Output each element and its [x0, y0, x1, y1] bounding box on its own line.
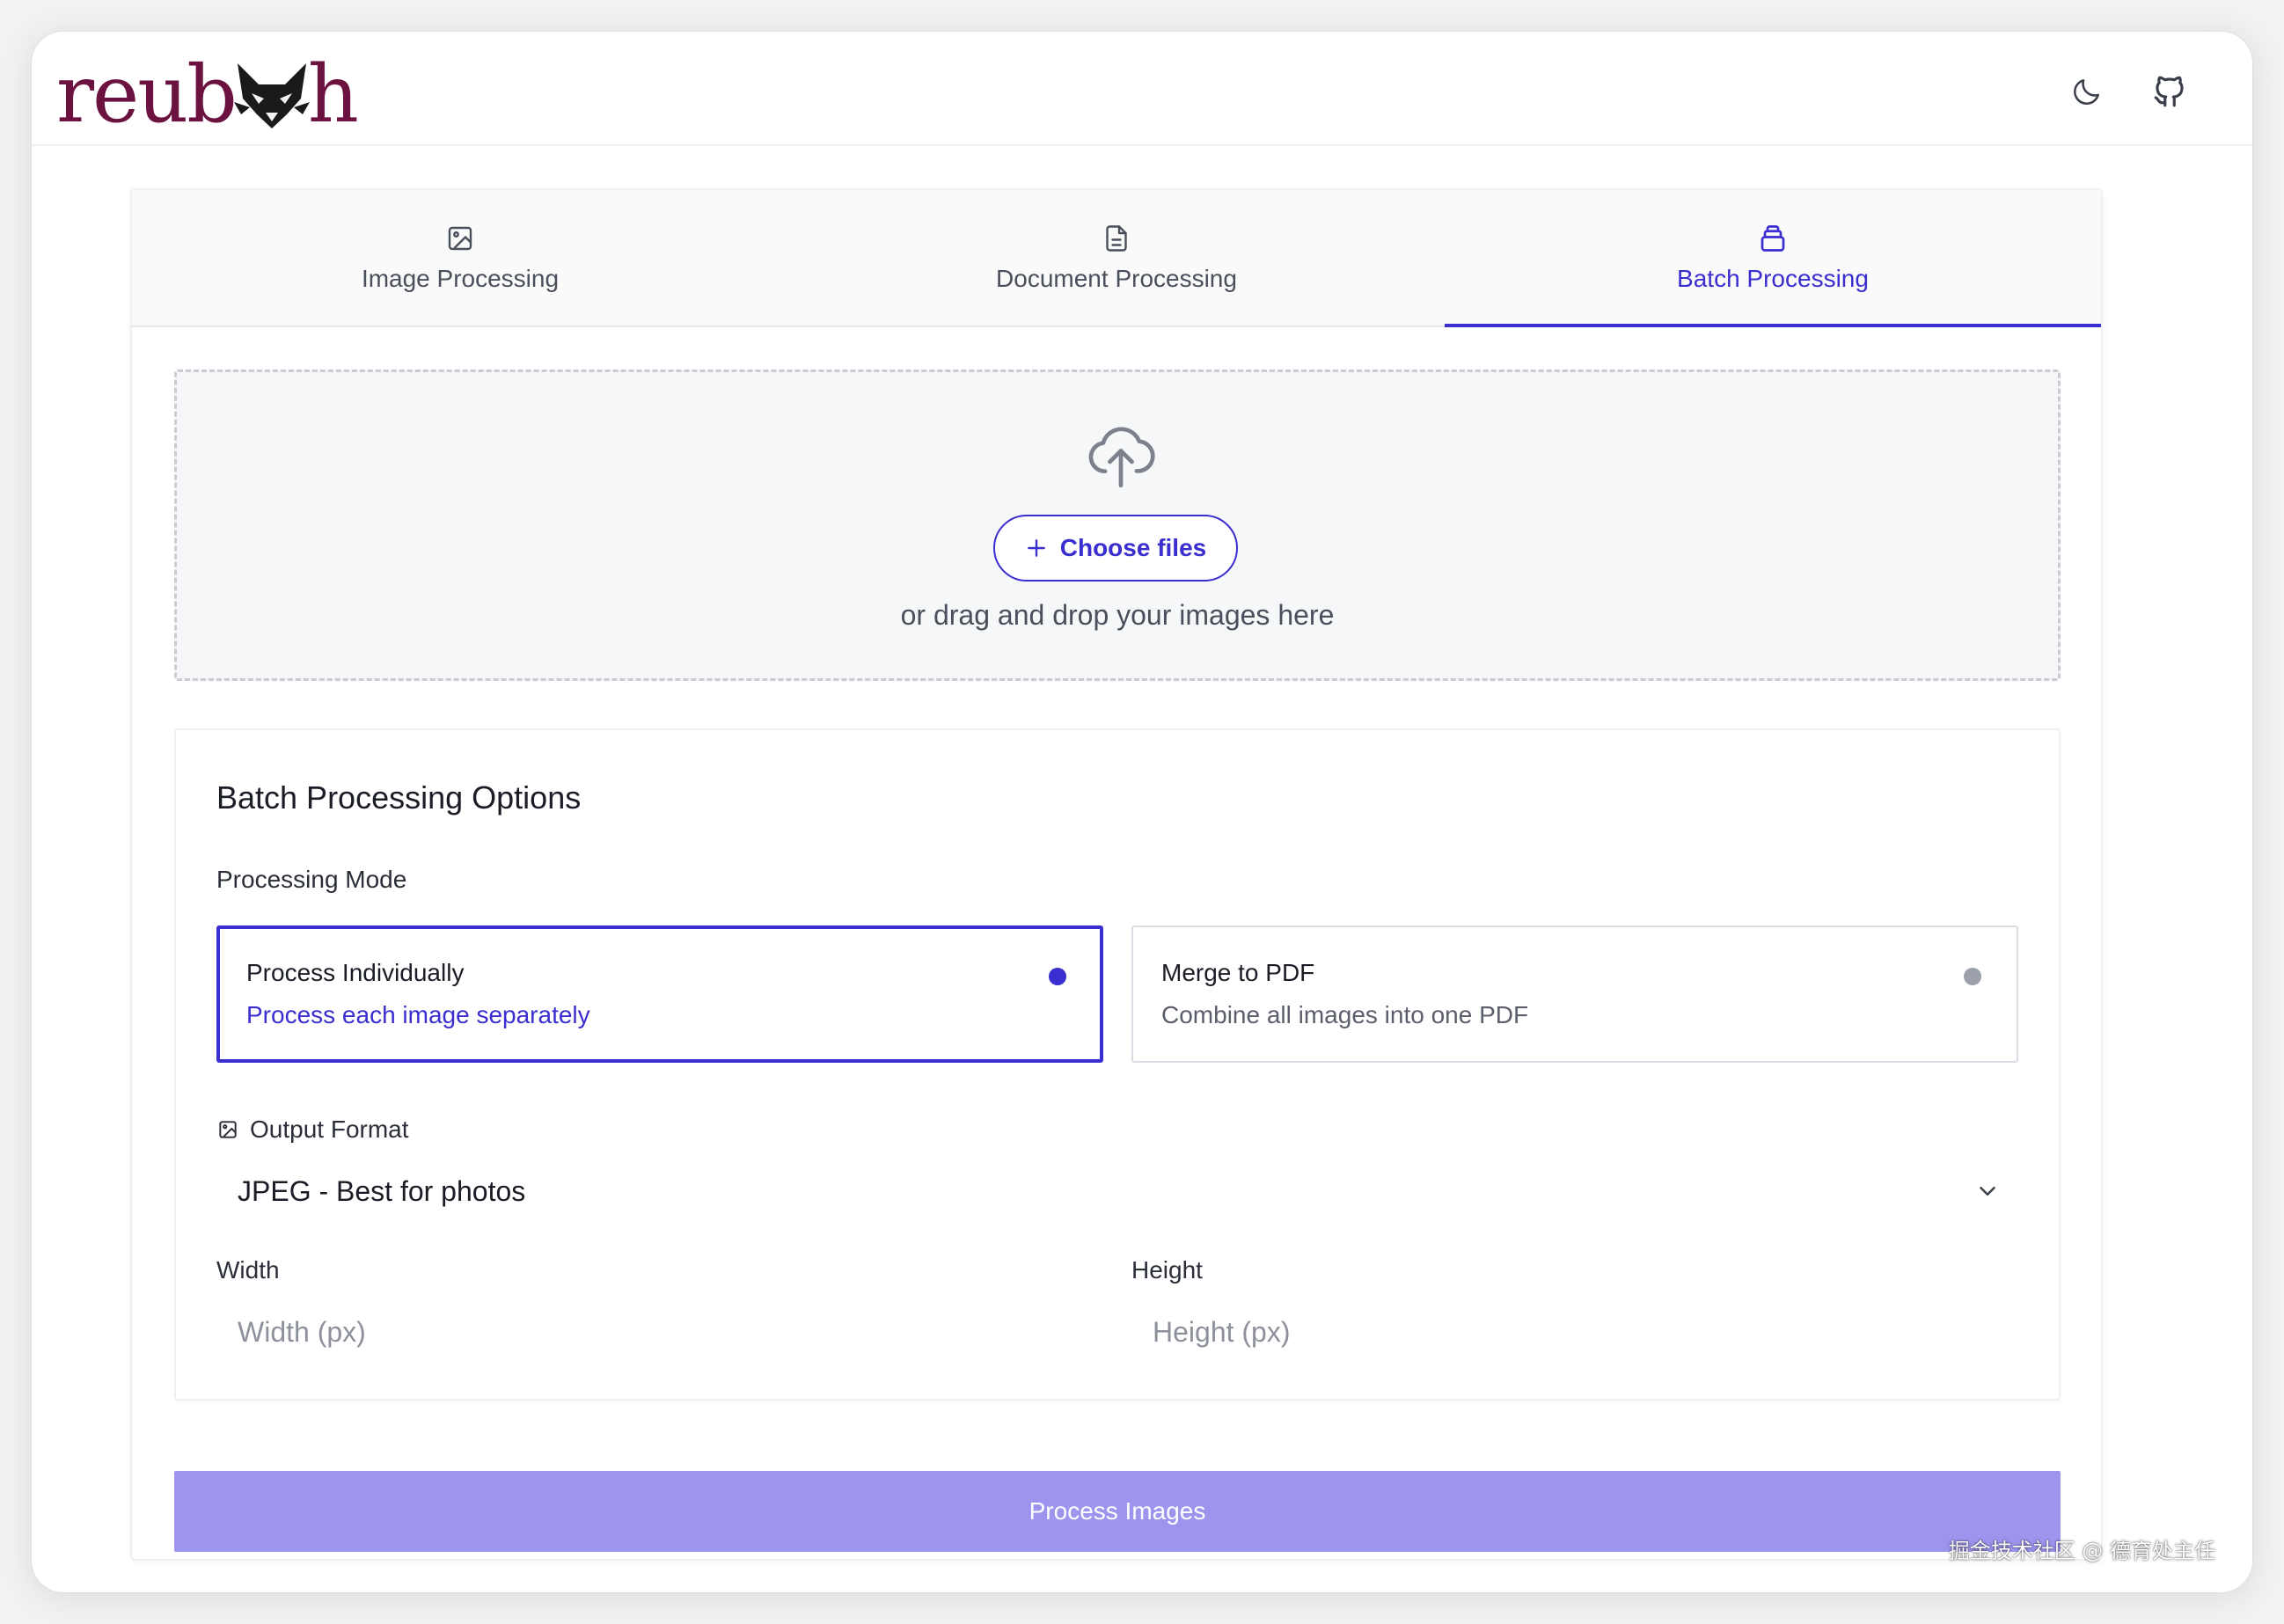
mode-title: Process Individually: [246, 959, 465, 986]
github-icon: [2154, 76, 2184, 107]
mode-description: Combine all images into one PDF: [1161, 1001, 1529, 1028]
radio-selected-indicator: [1049, 968, 1066, 985]
header: reub h: [32, 32, 2252, 146]
output-format-text: Output Format: [250, 1116, 409, 1143]
processing-mode-label: Processing Mode: [216, 866, 407, 893]
fox-logo-icon: [233, 63, 310, 128]
moon-icon: [2074, 79, 2099, 105]
logo[interactable]: reub h: [56, 48, 359, 141]
cloud-upload-icon: [1088, 427, 1155, 488]
document-icon: [1106, 225, 1127, 252]
theme-toggle-button[interactable]: [2061, 65, 2113, 118]
app-window: reub h Image Processing Document Process…: [32, 32, 2252, 1592]
radio-indicator: [1964, 968, 1981, 985]
drop-hint: or drag and drop your images here: [900, 599, 1335, 631]
tab-label: Batch Processing: [1677, 265, 1869, 292]
tab-batch-processing[interactable]: Batch Processing: [1445, 190, 2101, 327]
options-title: Batch Processing Options: [216, 779, 582, 816]
main-card: Image Processing Document Processing Bat…: [130, 188, 2103, 1561]
tab-document-processing[interactable]: Document Processing: [788, 190, 1445, 326]
batch-options-panel: Batch Processing Options Processing Mode…: [174, 728, 2061, 1401]
width-label: Width: [216, 1256, 280, 1284]
height-label: Height: [1131, 1256, 1203, 1284]
process-images-button[interactable]: Process Images: [174, 1471, 2061, 1552]
github-link[interactable]: [2143, 65, 2196, 118]
mode-process-individually[interactable]: Process Individually Process each image …: [216, 925, 1103, 1063]
choose-files-button[interactable]: Choose files: [993, 515, 1238, 582]
output-format-value: JPEG - Best for photos: [238, 1174, 526, 1207]
file-dropzone[interactable]: Choose files or drag and drop your image…: [174, 369, 2061, 681]
height-input[interactable]: [1131, 1302, 2018, 1362]
logo-text-right: h: [307, 48, 359, 141]
tab-image-processing[interactable]: Image Processing: [132, 190, 788, 326]
chevron-down-icon: [1980, 1187, 1995, 1196]
tab-bar: Image Processing Document Processing Bat…: [132, 190, 2101, 327]
output-format-select[interactable]: JPEG - Best for photos: [216, 1161, 2020, 1221]
watermark: 掘金技术社区 @ 德育处主任: [1948, 1539, 2215, 1563]
plus-icon: [1027, 539, 1045, 557]
mode-title: Merge to PDF: [1161, 959, 1315, 986]
image-icon: [448, 226, 472, 251]
stack-icon: [1761, 225, 1785, 252]
choose-files-label: Choose files: [1059, 534, 1207, 561]
logo-text-left: reub: [56, 48, 238, 141]
mode-description: Process each image separately: [246, 1001, 590, 1028]
output-format-label: Output Format: [216, 1116, 409, 1144]
tab-label: Document Processing: [996, 265, 1237, 292]
tab-label: Image Processing: [361, 265, 560, 292]
width-input[interactable]: [216, 1302, 1103, 1362]
mode-merge-to-pdf[interactable]: Merge to PDF Combine all images into one…: [1131, 925, 2018, 1063]
image-icon: [219, 1121, 237, 1138]
